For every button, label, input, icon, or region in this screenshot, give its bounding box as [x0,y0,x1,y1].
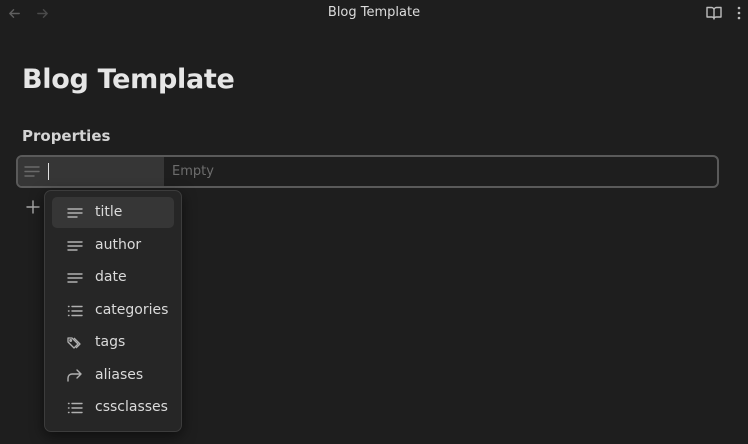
suggestion-item-categories[interactable]: categories [52,295,174,326]
text-lines-icon [67,208,83,218]
property-row: Empty [16,155,719,188]
suggestion-item-tags[interactable]: tags [52,327,174,358]
suggestion-label: cssclasses [95,399,168,415]
more-vertical-icon[interactable] [734,4,744,22]
properties-heading[interactable]: Properties [22,127,110,145]
list-icon [67,305,83,317]
plus-icon[interactable] [24,198,42,216]
suggestion-label: author [95,237,142,253]
title-bar: Blog Template [0,0,748,26]
suggestion-label: aliases [95,367,144,383]
suggestion-item-author[interactable]: author [52,230,174,261]
suggestion-label: tags [95,334,126,350]
suggestion-item-title[interactable]: title [52,197,174,228]
tab-title: Blog Template [327,5,421,20]
suggestion-item-cssclasses[interactable]: cssclasses [52,392,174,423]
text-caret [48,163,49,180]
book-open-icon[interactable] [705,4,723,22]
tags-icon [67,337,81,349]
forward-arrow-icon [67,369,82,382]
property-value-placeholder[interactable]: Empty [172,164,214,179]
property-suggestions-menu: title author date categories tags aliase… [44,190,182,432]
text-lines-icon [67,273,83,283]
note-title[interactable]: Blog Template [22,64,235,95]
suggestion-item-aliases[interactable]: aliases [52,360,174,391]
suggestion-item-date[interactable]: date [52,262,174,293]
list-icon [67,402,83,414]
property-key-input[interactable] [18,157,164,186]
suggestion-label: date [95,269,127,285]
suggestion-label: categories [95,302,169,318]
suggestion-label: title [95,204,123,220]
text-lines-icon [67,241,83,251]
text-lines-icon[interactable] [24,165,40,178]
